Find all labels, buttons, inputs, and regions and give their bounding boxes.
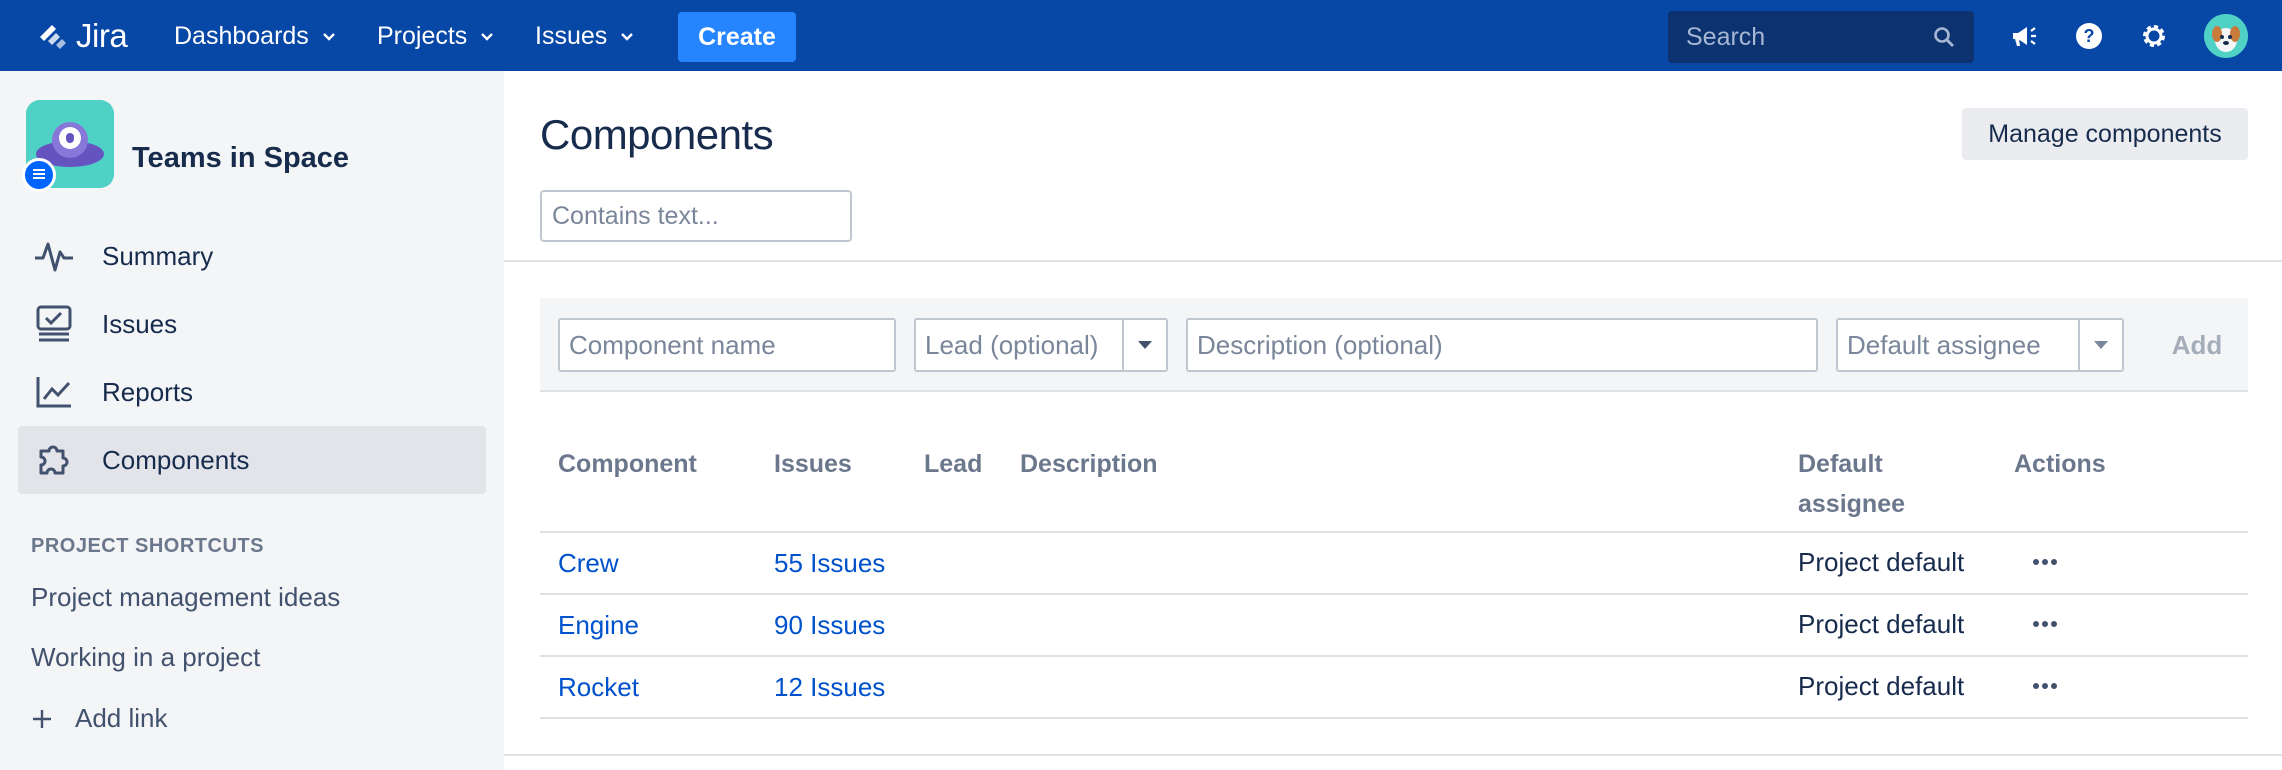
nav-dashboards[interactable]: Dashboards xyxy=(174,17,337,55)
sidebar-item-components[interactable]: Components xyxy=(18,426,486,494)
lead-input[interactable] xyxy=(916,320,1122,370)
component-name-field[interactable] xyxy=(558,318,896,372)
nav-dashboards-label: Dashboards xyxy=(174,21,309,50)
chart-icon xyxy=(32,370,76,414)
row-divider xyxy=(540,717,2248,719)
manage-components-button[interactable]: Manage components xyxy=(1962,108,2248,160)
notifications-icon[interactable] xyxy=(2005,17,2043,55)
plus-icon xyxy=(33,709,51,728)
puzzle-icon xyxy=(32,438,76,482)
add-component-form: Add xyxy=(540,298,2248,392)
shortcut-link[interactable]: Project management ideas xyxy=(31,582,340,613)
component-link[interactable]: Engine xyxy=(558,609,639,641)
description-input[interactable] xyxy=(1188,320,1816,370)
sidebar-item-summary[interactable]: Summary xyxy=(18,222,486,290)
nav-issues[interactable]: Issues xyxy=(535,17,635,55)
search-icon xyxy=(1934,27,1954,47)
help-icon[interactable]: ? xyxy=(2070,17,2108,55)
issues-link[interactable]: 55 Issues xyxy=(774,547,885,579)
header-divider xyxy=(504,260,2282,262)
issues-link[interactable]: 90 Issues xyxy=(774,609,885,641)
column-header-description: Description xyxy=(1020,450,1158,478)
sidebar-item-label: Summary xyxy=(102,240,214,271)
profile-avatar[interactable] xyxy=(2204,14,2248,58)
issues-icon xyxy=(32,302,76,346)
nav-projects-label: Projects xyxy=(377,21,468,50)
filter-input[interactable] xyxy=(540,190,874,242)
page-title: Components xyxy=(540,111,774,158)
row-divider xyxy=(540,655,2248,657)
column-header-issues: Issues xyxy=(774,450,852,478)
caret-down-icon xyxy=(1138,341,1152,349)
default-assignee-input[interactable] xyxy=(1838,320,2078,370)
sidebar-item-reports[interactable]: Reports xyxy=(18,358,486,426)
jira-logo-icon xyxy=(40,25,66,49)
search-input[interactable]: Search xyxy=(1668,11,1974,63)
header-line: assignee xyxy=(1798,490,1906,518)
chevron-down-icon xyxy=(322,33,335,41)
component-link[interactable]: Crew xyxy=(558,547,619,579)
nav-issues-label: Issues xyxy=(535,21,608,50)
nav-projects[interactable]: Projects xyxy=(377,17,495,55)
chevron-down-icon xyxy=(481,33,494,41)
add-link-button[interactable]: Add link xyxy=(31,703,168,734)
default-assignee-select[interactable] xyxy=(1836,318,2124,372)
more-actions-icon[interactable] xyxy=(2025,547,2065,577)
description-field[interactable] xyxy=(1186,318,1818,372)
create-button[interactable]: Create xyxy=(678,12,796,62)
table-divider xyxy=(540,531,2248,533)
caret-down-icon xyxy=(2094,341,2108,349)
chevron-down-icon xyxy=(621,33,634,41)
issues-link[interactable]: 12 Issues xyxy=(774,671,885,703)
settings-icon[interactable] xyxy=(2135,17,2173,55)
project-name[interactable]: Teams in Space xyxy=(132,142,349,175)
project-type-icon xyxy=(22,158,56,192)
column-header-lead: Lead xyxy=(924,450,983,478)
more-actions-icon[interactable] xyxy=(2025,671,2065,701)
lead-select[interactable] xyxy=(914,318,1168,372)
svg-text:?: ? xyxy=(2084,26,2095,46)
row-divider xyxy=(540,593,2248,595)
default-assignee-value: Project default xyxy=(1798,671,1965,701)
add-component-button[interactable]: Add xyxy=(2152,318,2242,372)
column-header-default-assignee: Default assignee xyxy=(1798,444,1905,524)
more-actions-icon[interactable] xyxy=(2025,609,2065,639)
filter-text-field[interactable] xyxy=(552,201,874,231)
component-link[interactable]: Rocket xyxy=(558,671,639,703)
sidebar-item-label: Reports xyxy=(102,376,194,407)
component-name-input[interactable] xyxy=(560,320,894,370)
content-bottom-border xyxy=(504,754,2282,756)
default-assignee-value: Project default xyxy=(1798,609,1965,639)
activity-icon xyxy=(32,234,76,278)
sidebar-item-issues[interactable]: Issues xyxy=(18,290,486,358)
jira-logo[interactable]: Jira xyxy=(36,16,128,56)
sidebar-item-label: Components xyxy=(102,444,250,475)
assignee-dropdown-button[interactable] xyxy=(2078,320,2122,370)
lead-dropdown-button[interactable] xyxy=(1122,320,1166,370)
top-navigation: Jira Dashboards Projects Issues Create S… xyxy=(0,0,2282,71)
project-shortcuts-heading: PROJECT SHORTCUTS xyxy=(31,535,264,557)
default-assignee-value: Project default xyxy=(1798,547,1965,577)
column-header-component: Component xyxy=(558,450,697,478)
search-placeholder: Search xyxy=(1686,22,1766,51)
column-header-actions: Actions xyxy=(2014,450,2106,478)
header-line: Default xyxy=(1798,450,1883,478)
sidebar-item-label: Issues xyxy=(102,308,178,339)
shortcut-link[interactable]: Working in a project xyxy=(31,642,260,673)
add-link-label: Add link xyxy=(75,703,168,733)
logo-text: Jira xyxy=(76,17,128,54)
